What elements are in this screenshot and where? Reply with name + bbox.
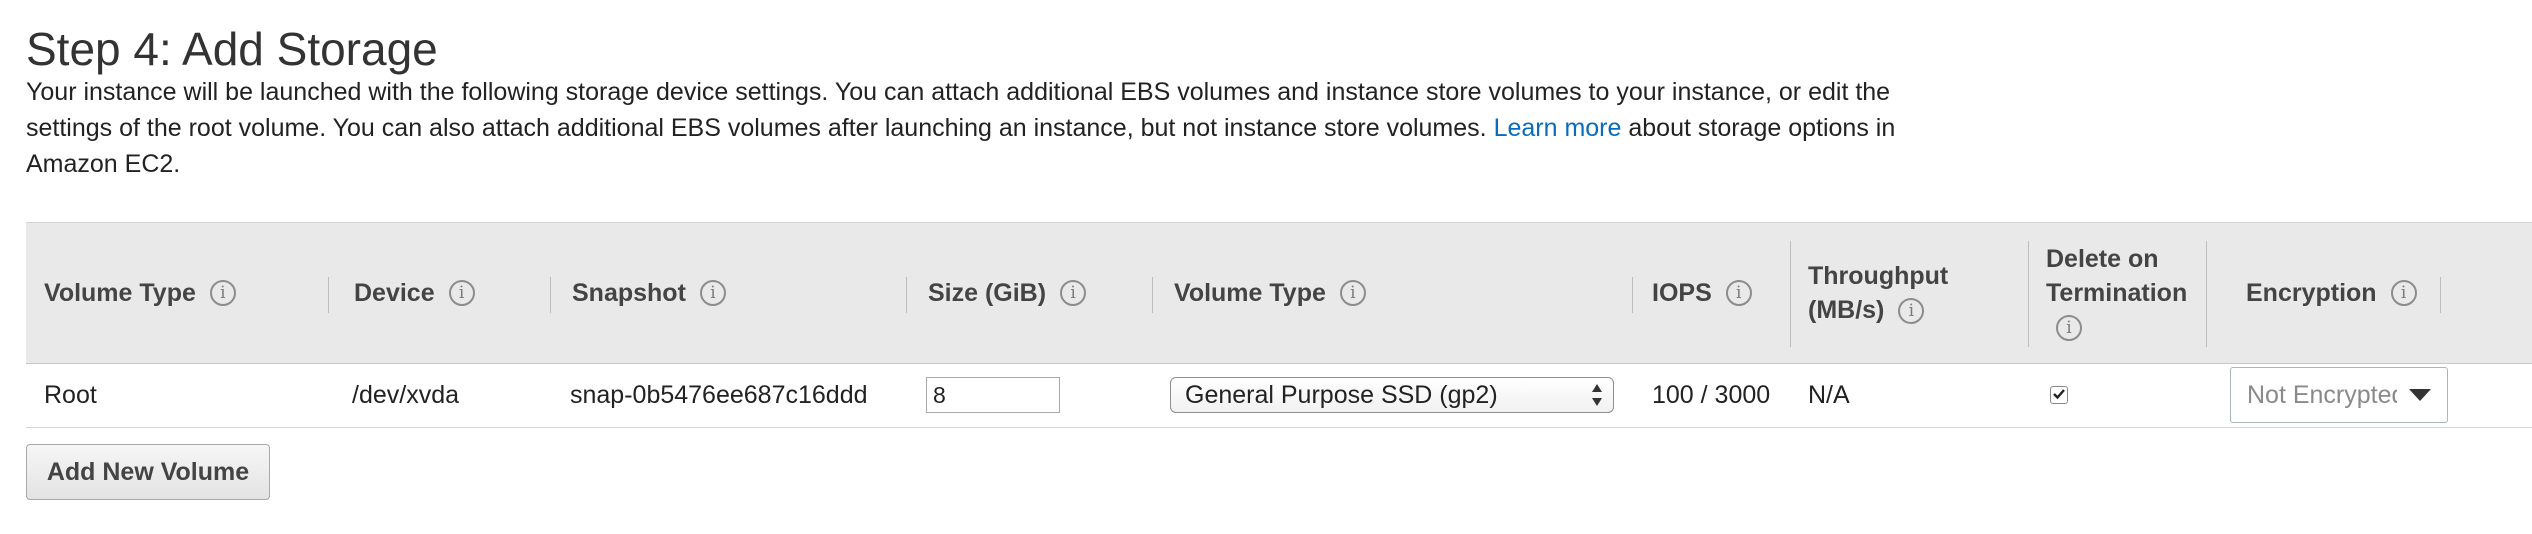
caret-down-icon [2409, 389, 2431, 401]
header-throughput-label: Throughput (MB/s) i [1808, 259, 1948, 327]
updown-arrows-icon [1592, 384, 1602, 406]
info-icon[interactable]: i [1898, 298, 1925, 325]
column-divider [1790, 241, 1791, 347]
add-new-volume-button[interactable]: Add New Volume [26, 444, 270, 500]
info-icon[interactable]: i [1060, 280, 1087, 306]
header-delete-line2: Termination [2046, 279, 2188, 307]
header-ebs-volume-type-label: Volume Type [1174, 279, 1326, 307]
header-volume-type-label: Volume Type [44, 279, 196, 307]
header-size: Size (GiB) i [928, 223, 1087, 363]
header-throughput-line1: Throughput [1808, 262, 1949, 290]
page-title: Step 4: Add Storage [26, 23, 438, 75]
header-device: Device i [354, 223, 475, 363]
checkmark-icon [2053, 389, 2065, 400]
header-delete-line1: Delete on [2046, 245, 2159, 273]
header-delete-info-wrap: i [2046, 310, 2187, 344]
add-storage-page: Step 4: Add Storage Your instance will b… [0, 0, 2532, 534]
volume-type-select[interactable]: General Purpose SSD (gp2) [1170, 377, 1614, 413]
size-input[interactable] [926, 377, 1060, 413]
cell-size [926, 363, 1060, 427]
cell-snapshot: snap-0b5476ee687c16ddd [570, 380, 868, 409]
cell-ebs-volume-type: General Purpose SSD (gp2) [1170, 363, 1614, 427]
column-divider [906, 277, 907, 313]
header-throughput-line2: (MB/s) [1808, 296, 1885, 324]
header-ebs-volume-type: Volume Type i [1174, 223, 1366, 363]
header-encryption: Encryption i [2246, 223, 2417, 363]
info-icon[interactable]: i [2390, 280, 2417, 306]
header-device-label: Device [354, 279, 435, 307]
column-divider [550, 277, 551, 313]
cell-delete-on-termination [2050, 363, 2068, 427]
volume-type-select-value: General Purpose SSD (gp2) [1185, 381, 1498, 409]
column-divider [1152, 277, 1153, 313]
column-divider [328, 277, 329, 313]
header-size-label: Size (GiB) [928, 279, 1047, 307]
header-delete-on-termination: Delete on Termination i [2046, 223, 2187, 363]
cell-volume-type: Root [44, 380, 97, 409]
column-divider [2028, 241, 2029, 347]
encryption-select-value: Not Encrypted [2247, 381, 2397, 409]
info-icon[interactable]: i [209, 280, 236, 306]
header-volume-type: Volume Type i [44, 223, 236, 363]
header-snapshot-label: Snapshot [572, 279, 686, 307]
info-icon[interactable]: i [2056, 315, 2082, 342]
info-icon[interactable]: i [1339, 280, 1366, 306]
encryption-select[interactable]: Not Encrypted [2230, 367, 2448, 423]
info-icon[interactable]: i [699, 280, 726, 306]
info-icon[interactable]: i [1725, 280, 1752, 306]
learn-more-link[interactable]: Learn more [1494, 114, 1622, 142]
header-iops: IOPS i [1652, 223, 1752, 363]
cell-device: /dev/xvda [352, 380, 460, 409]
cell-encryption: Not Encrypted [2230, 363, 2448, 427]
table-row: Root /dev/xvda snap-0b5476ee687c16ddd Ge… [26, 363, 2532, 428]
cell-throughput: N/A [1808, 380, 1850, 409]
column-divider [2206, 241, 2207, 347]
cell-iops: 100 / 3000 [1652, 380, 1771, 409]
column-divider [2440, 277, 2441, 313]
column-divider [1632, 277, 1633, 313]
header-throughput: Throughput (MB/s) i [1808, 223, 1948, 363]
header-delete-label: Delete on Termination i [2046, 242, 2187, 344]
header-encryption-label: Encryption [2246, 279, 2377, 307]
header-throughput-line2-wrap: (MB/s) i [1808, 293, 1948, 327]
storage-table-header: Volume Type i Device i Snapshot i Size (… [26, 222, 2532, 364]
header-iops-label: IOPS [1652, 279, 1712, 307]
delete-on-termination-checkbox[interactable] [2050, 386, 2068, 404]
info-icon[interactable]: i [448, 280, 475, 306]
header-snapshot: Snapshot i [572, 223, 726, 363]
page-description: Your instance will be launched with the … [26, 74, 1926, 182]
